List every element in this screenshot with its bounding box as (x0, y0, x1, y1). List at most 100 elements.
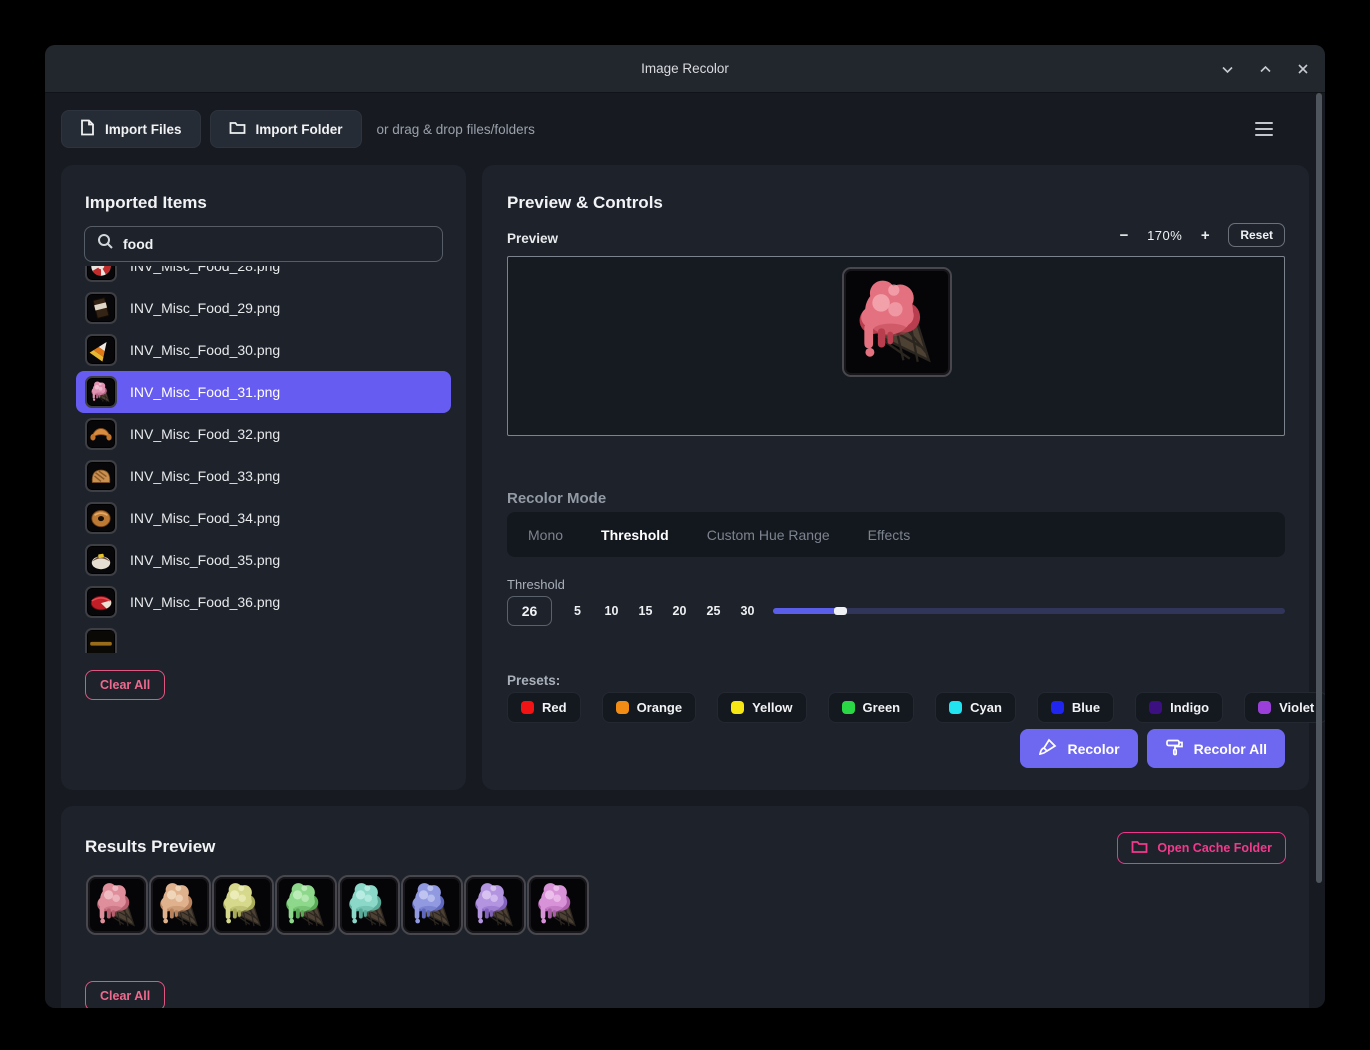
close-icon[interactable] (1295, 61, 1311, 77)
import-files-button[interactable]: Import Files (61, 110, 201, 148)
file-name: INV_Misc_Food_30.png (130, 342, 281, 358)
menu-icon[interactable] (1255, 121, 1273, 137)
results-panel: Results Preview Open Cache Folder Clear … (61, 806, 1309, 1008)
result-thumbnail-blue[interactable] (401, 875, 463, 935)
clear-all-imported-button[interactable]: Clear All (85, 670, 166, 700)
threshold-slider[interactable] (773, 607, 1285, 615)
folder-icon (1131, 839, 1148, 857)
zoom-reset-button[interactable]: Reset (1228, 223, 1285, 247)
slider-fill (773, 608, 835, 614)
search-box[interactable] (84, 226, 443, 262)
file-icon (80, 119, 95, 139)
result-thumbnail-indigo[interactable] (464, 875, 526, 935)
threshold-quick-30[interactable]: 30 (736, 604, 759, 618)
preview-controls-title: Preview & Controls (507, 193, 663, 212)
open-cache-folder-button[interactable]: Open Cache Folder (1117, 832, 1286, 864)
zoom-controls: − 170% + Reset (1117, 223, 1285, 247)
slider-handle[interactable] (833, 607, 847, 615)
partial-item-icon (85, 628, 117, 653)
search-icon (97, 233, 114, 255)
result-thumbnail-yellow[interactable] (212, 875, 274, 935)
list-item[interactable]: INV_Misc_Food_31.png (76, 371, 451, 413)
color-swatch (521, 701, 534, 714)
file-name: INV_Misc_Food_33.png (130, 468, 281, 484)
result-thumbnail-red[interactable] (86, 875, 148, 935)
file-name: INV_Misc_Food_29.png (130, 300, 281, 316)
preset-label: Violet (1279, 700, 1315, 715)
preset-orange-button[interactable]: Orange (601, 692, 697, 723)
preset-green-button[interactable]: Green (827, 692, 915, 723)
zoom-level: 170% (1147, 227, 1183, 243)
paintbrush-icon (1038, 738, 1057, 760)
drag-drop-hint: or drag & drop files/folders (376, 121, 535, 137)
preset-red-button[interactable]: Red (507, 692, 581, 723)
preset-label: Green (862, 700, 901, 715)
preset-indigo-button[interactable]: Indigo (1135, 692, 1224, 723)
donut-icon (85, 502, 117, 534)
result-thumbnails-row (86, 875, 589, 935)
list-item[interactable]: INV_Misc_Food_28.png (76, 266, 451, 287)
list-item[interactable]: INV_Misc_Food_34.png (76, 497, 451, 539)
preset-blue-button[interactable]: Blue (1036, 692, 1115, 723)
list-item[interactable]: INV_Misc_Food_36.png (76, 581, 451, 623)
threshold-quick-10[interactable]: 10 (600, 604, 623, 618)
import-folder-button[interactable]: Import Folder (209, 110, 362, 148)
preset-label: Orange (636, 700, 683, 715)
preset-label: Indigo (1170, 700, 1210, 715)
preset-violet-button[interactable]: Violet (1244, 692, 1325, 723)
tab-custom-hue-range[interactable]: Custom Hue Range (707, 527, 830, 543)
open-cache-folder-label: Open Cache Folder (1157, 841, 1272, 855)
recolor-mode-title: Recolor Mode (507, 490, 607, 507)
recolor-button[interactable]: Recolor (1020, 729, 1138, 768)
result-thumbnail-green[interactable] (275, 875, 337, 935)
zoom-out-button[interactable]: − (1117, 227, 1131, 244)
clear-all-results-button[interactable]: Clear All (85, 981, 166, 1008)
threshold-quick-25[interactable]: 25 (702, 604, 725, 618)
toolbar: Import Files Import Folder or drag & dro… (61, 107, 1309, 151)
chocolate-bar-icon (85, 292, 117, 324)
list-item[interactable]: INV_Misc_Food_33.png (76, 455, 451, 497)
tab-mono[interactable]: Mono (528, 527, 563, 543)
list-item[interactable]: INV_Misc_Food_29.png (76, 287, 451, 329)
scrollbar-thumb[interactable] (1316, 93, 1322, 883)
import-files-label: Import Files (105, 121, 182, 137)
preset-cyan-button[interactable]: Cyan (935, 692, 1016, 723)
color-swatch (949, 701, 963, 714)
bread-loaf-icon (85, 460, 117, 492)
tab-effects[interactable]: Effects (868, 527, 911, 543)
results-title: Results Preview (85, 837, 216, 856)
recolor-label: Recolor (1067, 740, 1120, 757)
threshold-quick-5[interactable]: 5 (566, 604, 589, 618)
preview-canvas[interactable] (507, 256, 1285, 436)
result-thumbnail-cyan[interactable] (338, 875, 400, 935)
threshold-label: Threshold (507, 577, 565, 592)
result-thumbnail-violet[interactable] (527, 875, 589, 935)
tab-threshold[interactable]: Threshold (601, 527, 669, 543)
result-thumbnail-orange[interactable] (149, 875, 211, 935)
zoom-in-button[interactable]: + (1198, 227, 1212, 244)
threshold-input[interactable] (507, 596, 552, 626)
folder-icon (229, 120, 246, 138)
candy-corn-icon (85, 334, 117, 366)
import-folder-label: Import Folder (255, 121, 343, 137)
list-item[interactable]: INV_Misc_Food_30.png (76, 329, 451, 371)
window-controls (1219, 45, 1311, 93)
threshold-quick-15[interactable]: 15 (634, 604, 657, 618)
threshold-quick-20[interactable]: 20 (668, 604, 691, 618)
imported-items-panel: Imported Items INV_Misc_Food_28.png INV_… (61, 165, 466, 790)
color-swatch (1050, 701, 1064, 714)
search-input[interactable] (123, 236, 430, 252)
titlebar: Image Recolor (45, 45, 1325, 93)
list-item[interactable]: INV_Misc_Food_35.png (76, 539, 451, 581)
list-item[interactable]: INV_Misc_Food_32.png (76, 413, 451, 455)
preset-yellow-button[interactable]: Yellow (717, 692, 807, 723)
presets-label: Presets: (507, 673, 561, 688)
list-item[interactable] (76, 623, 451, 653)
recolor-all-button[interactable]: Recolor All (1146, 729, 1285, 768)
recolor-mode-tabbar: Mono Threshold Custom Hue Range Effects (507, 512, 1285, 557)
minimize-icon[interactable] (1219, 61, 1235, 77)
peppermint-candy-icon (85, 266, 117, 282)
color-presets-row: Red Orange Yellow Green Cyan Blue Indigo Violet… (507, 692, 1325, 723)
maximize-icon[interactable] (1257, 61, 1273, 77)
window-scrollbar[interactable] (1316, 93, 1322, 1008)
